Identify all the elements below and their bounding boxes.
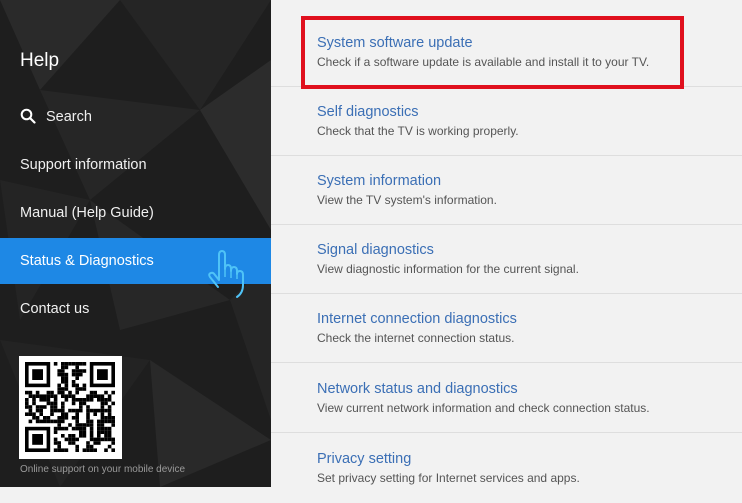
search-icon (20, 108, 36, 124)
list-item-description: View diagnostic information for the curr… (317, 262, 579, 276)
sidebar-item-label: Support information (20, 157, 147, 173)
sidebar-item-label: Status & Diagnostics (20, 253, 154, 269)
main-content: System software update Check if a softwa… (271, 0, 742, 487)
list-item-description: View current network information and che… (317, 401, 650, 415)
hand-pointer-icon (208, 250, 244, 298)
sidebar: Help Search Support information Manual (… (0, 0, 271, 487)
sidebar-item-label: Contact us (20, 301, 90, 317)
list-item-description: Check the internet connection status. (317, 331, 515, 345)
list-item-system-information[interactable]: System information View the TV system's … (271, 156, 742, 225)
list-item-title: Signal diagnostics (317, 242, 434, 258)
list-item-network-status-diagnostics[interactable]: Network status and diagnostics View curr… (271, 364, 742, 433)
list-item-description: Check that the TV is working properly. (317, 124, 519, 138)
list-item-title: Privacy setting (317, 451, 412, 467)
sidebar-item-support-information[interactable]: Support information (0, 142, 271, 188)
sidebar-item-search[interactable]: Search (0, 94, 271, 140)
list-item-title: System information (317, 173, 442, 189)
sidebar-item-label: Manual (Help Guide) (20, 205, 154, 221)
list-item-description: View the TV system's information. (317, 193, 497, 207)
sidebar-item-label: Search (46, 109, 92, 125)
sidebar-title: Help (20, 50, 60, 71)
list-item-privacy-setting[interactable]: Privacy setting Set privacy setting for … (271, 434, 742, 503)
list-item-title: Network status and diagnostics (317, 381, 518, 397)
list-item-title: Self diagnostics (317, 104, 419, 120)
qr-code-icon (19, 356, 122, 459)
list-item-self-diagnostics[interactable]: Self diagnostics Check that the TV is wo… (271, 87, 742, 156)
list-item-title: System software update (317, 35, 473, 51)
sidebar-item-manual-help-guide[interactable]: Manual (Help Guide) (0, 190, 271, 236)
list-item-signal-diagnostics[interactable]: Signal diagnostics View diagnostic infor… (271, 225, 742, 294)
list-item-description: Set privacy setting for Internet service… (317, 471, 580, 485)
list-item-internet-connection-diagnostics[interactable]: Internet connection diagnostics Check th… (271, 294, 742, 363)
list-item-description: Check if a software update is available … (317, 55, 650, 69)
list-item-title: Internet connection diagnostics (317, 311, 517, 327)
list-item-system-software-update[interactable]: System software update Check if a softwa… (271, 18, 742, 87)
qr-caption: Online support on your mobile device (20, 464, 186, 475)
